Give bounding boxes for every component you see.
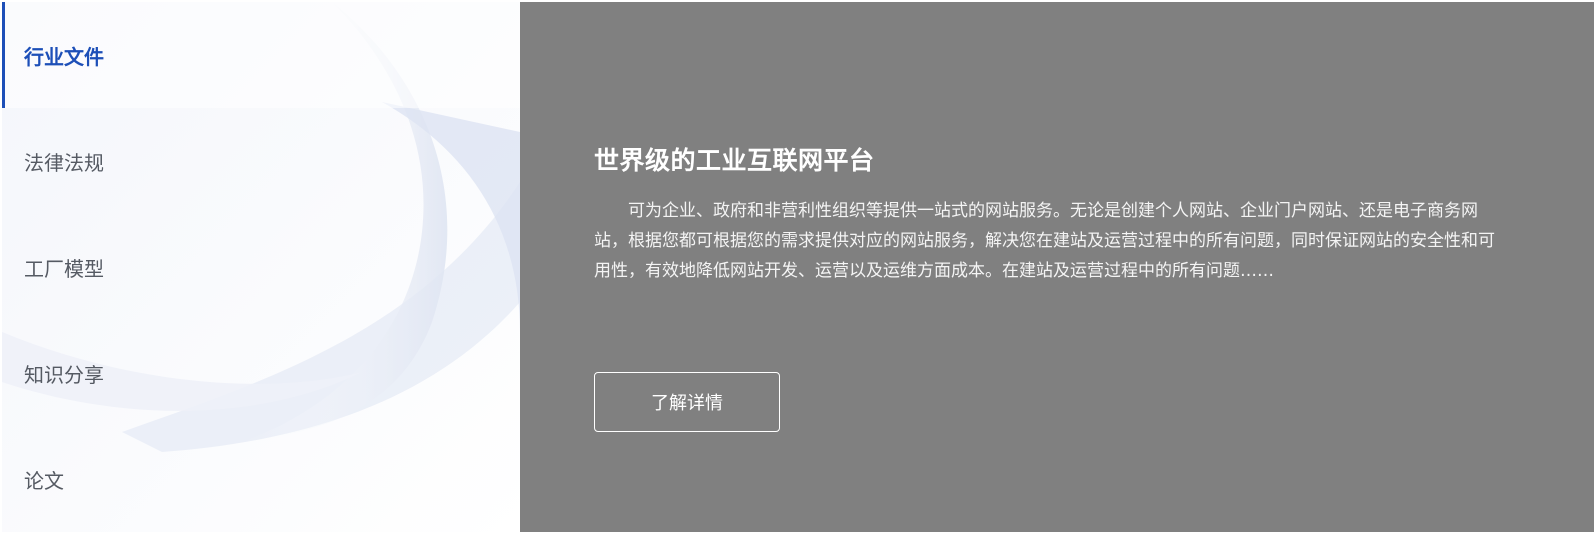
nav-item-label: 工厂模型 <box>24 256 104 281</box>
nav-item-label: 法律法规 <box>24 150 104 175</box>
nav-item-label: 论文 <box>24 468 64 493</box>
nav-item-papers[interactable]: 论文 <box>2 426 520 532</box>
category-showcase: 行业文件 法律法规 工厂模型 知识分享 论文 世界级的工业互联网平台 可为企业、… <box>2 2 1594 532</box>
nav-item-label: 知识分享 <box>24 362 104 387</box>
nav-item-industry-files[interactable]: 行业文件 <box>2 2 520 108</box>
nav-item-factory-models[interactable]: 工厂模型 <box>2 214 520 320</box>
nav-item-laws-regulations[interactable]: 法律法规 <box>2 108 520 214</box>
panel-description: 可为企业、政府和非营利性组织等提供一站式的网站服务。无论是创建个人网站、企业门户… <box>594 201 1495 281</box>
content-panel: 世界级的工业互联网平台 可为企业、政府和非营利性组织等提供一站式的网站服务。无论… <box>520 2 1594 532</box>
category-nav: 行业文件 法律法规 工厂模型 知识分享 论文 <box>2 2 520 532</box>
learn-more-button[interactable]: 了解详情 <box>594 372 780 432</box>
panel-title: 世界级的工业互联网平台 <box>594 146 875 175</box>
nav-item-knowledge-sharing[interactable]: 知识分享 <box>2 320 520 426</box>
category-sidebar: 行业文件 法律法规 工厂模型 知识分享 论文 <box>2 2 520 532</box>
nav-item-label: 行业文件 <box>24 44 104 69</box>
